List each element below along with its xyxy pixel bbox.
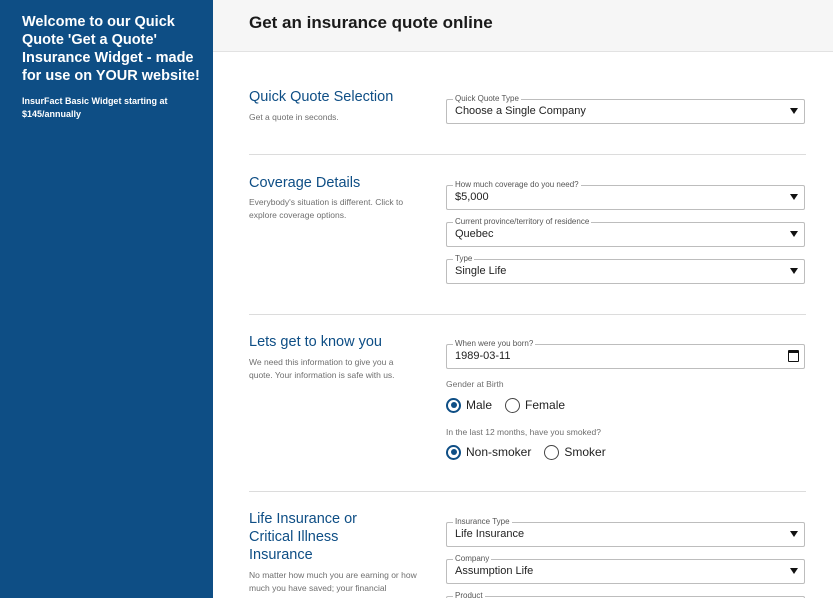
company-value: Assumption Life (455, 565, 534, 577)
province-label: Current province/territory of residence (453, 216, 592, 227)
coverage-amount-label: How much coverage do you need? (453, 179, 581, 190)
radio-unselected-icon[interactable] (505, 397, 521, 413)
quick-quote-type-value: Choose a Single Company (455, 105, 586, 117)
company-label: Company (453, 553, 492, 564)
gender-radio-group: Male Female (446, 397, 578, 413)
calendar-icon[interactable] (788, 350, 799, 362)
province-select[interactable]: Current province/territory of residence … (446, 216, 805, 247)
insurance-type-select[interactable]: Insurance Type Life Insurance (446, 516, 805, 547)
sidebar: Welcome to our Quick Quote 'Get a Quote'… (0, 0, 213, 598)
gender-group-label: Gender at Birth (446, 379, 504, 389)
section-divider (249, 314, 806, 315)
gender-option-label: Male (466, 398, 493, 412)
smoker-option-label: Non-smoker (466, 445, 532, 459)
section-desc-coverage: Everybody's situation is different. Clic… (249, 197, 404, 220)
smoker-option-non-smoker[interactable]: Non-smoker (446, 444, 532, 460)
section-title-coverage: Coverage Details (249, 175, 361, 191)
gender-option-label: Female (525, 398, 566, 412)
coverage-amount-value: $5,000 (455, 191, 489, 203)
section-divider (249, 491, 806, 492)
coverage-type-value: Single Life (455, 265, 507, 277)
birth-date-value: 1989-03-11 (455, 350, 511, 362)
dropdown-caret-icon (790, 568, 798, 574)
section-title-about-you: Lets get to know you (249, 334, 382, 350)
radio-unselected-icon[interactable] (544, 444, 560, 460)
radio-selected-icon[interactable] (446, 444, 461, 460)
product-label: Product (453, 590, 485, 598)
coverage-amount-select[interactable]: How much coverage do you need? $5,000 (446, 179, 805, 210)
section-divider (249, 154, 806, 155)
birth-date-label: When were you born? (453, 338, 536, 349)
coverage-type-label: Type (453, 253, 475, 264)
dropdown-caret-icon (790, 108, 798, 114)
section-desc-about-you: We need this information to give you a q… (249, 357, 395, 380)
section-desc-insurance: No matter how much you are earning or ho… (249, 570, 417, 593)
radio-selected-icon[interactable] (446, 397, 461, 413)
quick-quote-type-select[interactable]: Quick Quote Type Choose a Single Company (446, 93, 805, 124)
page-title: Get an insurance quote online (249, 13, 493, 32)
sidebar-subtitle: InsurFact Basic Widget starting at $145/… (22, 96, 168, 119)
page-header: Get an insurance quote online (213, 0, 833, 52)
insurance-type-label: Insurance Type (453, 516, 512, 527)
section-desc-quick-quote: Get a quote in seconds. (249, 112, 339, 122)
gender-option-female[interactable]: Female (505, 397, 566, 413)
insurance-type-value: Life Insurance (455, 528, 525, 540)
province-value: Quebec (455, 228, 494, 240)
birth-date-input[interactable]: When were you born? 1989-03-11 (446, 338, 805, 369)
gender-option-male[interactable]: Male (446, 397, 493, 413)
coverage-type-select[interactable]: Type Single Life (446, 253, 805, 284)
dropdown-caret-icon (790, 194, 798, 200)
quick-quote-type-label: Quick Quote Type (453, 93, 521, 104)
smoker-option-smoker[interactable]: Smoker (544, 444, 606, 460)
smoker-option-label: Smoker (564, 445, 606, 459)
dropdown-caret-icon (790, 231, 798, 237)
dropdown-caret-icon (790, 531, 798, 537)
smoker-group-label: In the last 12 months, have you smoked? (446, 427, 601, 437)
dropdown-caret-icon (790, 268, 798, 274)
section-title-quick-quote: Quick Quote Selection (249, 89, 394, 105)
company-select[interactable]: Company Assumption Life (446, 553, 805, 584)
sidebar-title: Welcome to our Quick Quote 'Get a Quote'… (22, 14, 200, 84)
smoker-radio-group: Non-smoker Smoker (446, 444, 619, 460)
section-title-insurance: Life Insurance or Critical Illness Insur… (249, 511, 358, 563)
